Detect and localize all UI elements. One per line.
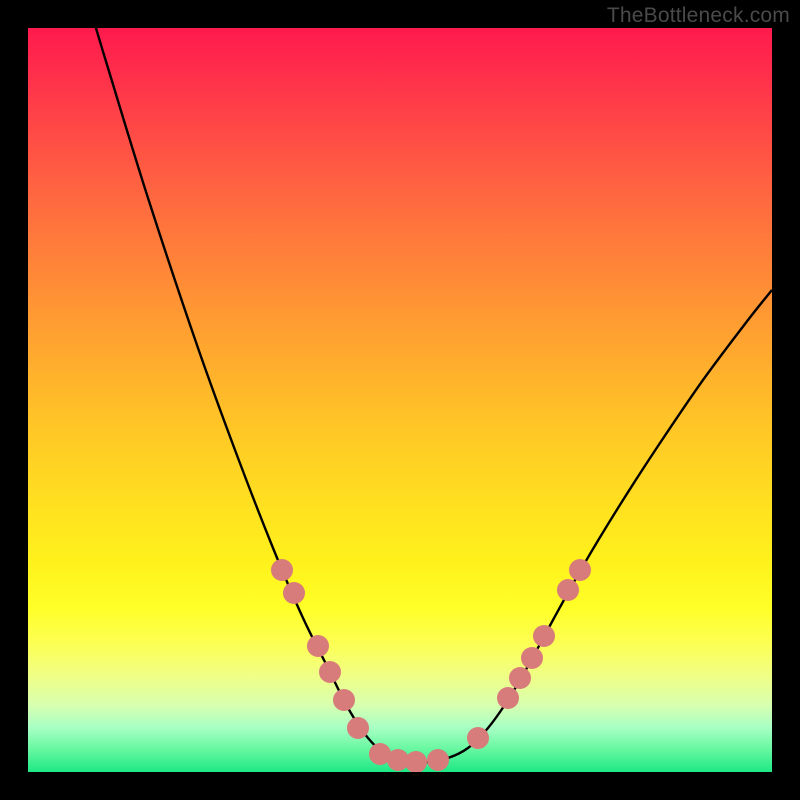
curve-marker-dot — [557, 579, 579, 601]
curve-marker-dot — [347, 717, 369, 739]
curve-markers — [28, 28, 772, 772]
curve-marker-dot — [521, 647, 543, 669]
curve-marker-dot — [467, 727, 489, 749]
watermark-text: TheBottleneck.com — [607, 4, 790, 28]
plot-area — [28, 28, 772, 772]
curve-marker-dot — [497, 687, 519, 709]
curve-marker-dot — [319, 661, 341, 683]
curve-marker-dot — [405, 751, 427, 772]
curve-marker-dot — [569, 559, 591, 581]
curve-marker-dot — [333, 689, 355, 711]
curve-marker-dot — [427, 749, 449, 771]
curve-marker-dot — [283, 582, 305, 604]
chart-frame: TheBottleneck.com — [0, 0, 800, 800]
curve-marker-dot — [271, 559, 293, 581]
curve-marker-dot — [509, 667, 531, 689]
curve-marker-dot — [533, 625, 555, 647]
curve-marker-dot — [307, 635, 329, 657]
